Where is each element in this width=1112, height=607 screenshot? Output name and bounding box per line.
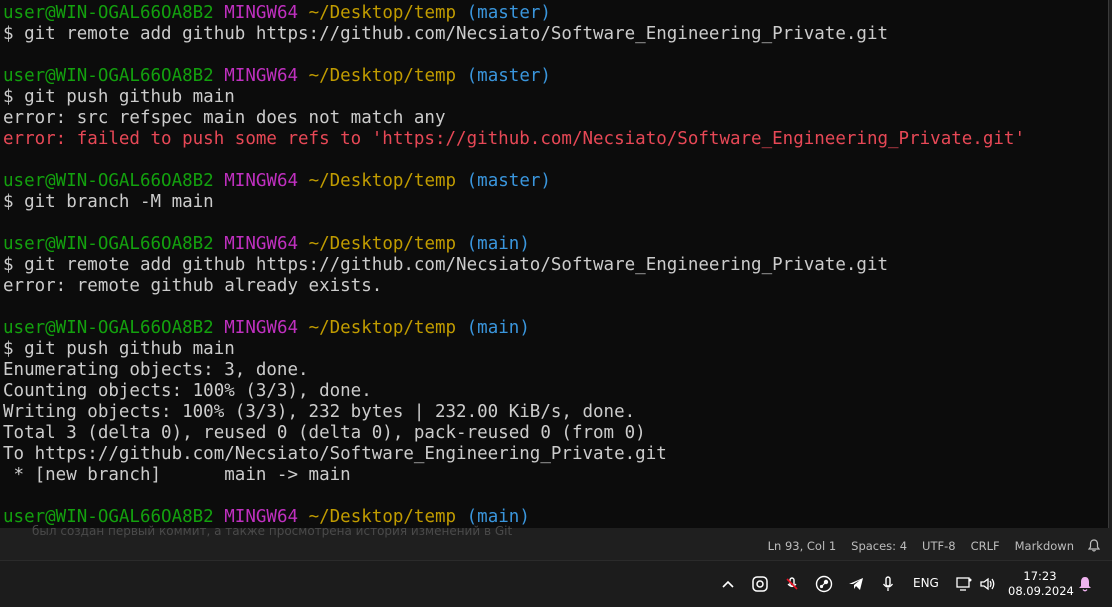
terminal-output: user@WIN-OGAL66OA8B2 MINGW64 ~/Desktop/t… — [3, 3, 1025, 528]
clock-time: 17:23 — [1023, 569, 1057, 583]
prompt-shell: MINGW64 — [224, 3, 299, 23]
volume-icon[interactable] — [978, 574, 998, 594]
telegram-icon[interactable] — [846, 574, 866, 594]
output-line: error: src refspec main does not match a… — [3, 108, 446, 128]
prompt-path: ~/Desktop/temp — [308, 171, 457, 191]
cursor-position[interactable]: Ln 93, Col 1 — [768, 539, 837, 553]
command-line: $ git remote add github https://github.c… — [3, 24, 889, 44]
prompt-line: user@WIN-OGAL66OA8B2 MINGW64 ~/Desktop/t… — [3, 3, 1025, 24]
editor-text-line: был создан первый коммит, а также просмо… — [32, 524, 513, 538]
prompt-user: user@WIN-OGAL66OA8B2 — [3, 171, 214, 191]
prompt-user: user@WIN-OGAL66OA8B2 — [3, 66, 214, 86]
prompt-shell: MINGW64 — [224, 171, 299, 191]
prompt-path: ~/Desktop/temp — [308, 66, 457, 86]
taskbar: ENG 17:23 08.09.2024 — [0, 560, 1112, 607]
prompt-line: user@WIN-OGAL66OA8B2 MINGW64 ~/Desktop/t… — [3, 318, 1025, 339]
prompt-line: user@WIN-OGAL66OA8B2 MINGW64 ~/Desktop/t… — [3, 234, 1025, 255]
network-icon[interactable] — [954, 574, 974, 594]
prompt-branch: (main) — [466, 234, 530, 254]
error-line: error: failed to push some refs to 'http… — [3, 129, 1025, 149]
editor-area: был создан первый коммит, а также просмо… — [0, 524, 1112, 560]
encoding-setting[interactable]: UTF-8 — [922, 539, 956, 553]
prompt-line: user@WIN-OGAL66OA8B2 MINGW64 ~/Desktop/t… — [3, 171, 1025, 192]
notification-bell-icon[interactable] — [1088, 539, 1100, 552]
command-line: $ git remote add github https://github.c… — [3, 255, 889, 275]
line-ending-setting[interactable]: CRLF — [971, 539, 1000, 553]
chevron-up-icon[interactable] — [718, 574, 738, 594]
language-mode[interactable]: Markdown — [1015, 539, 1074, 553]
indentation-setting[interactable]: Spaces: 4 — [851, 539, 907, 553]
prompt-path: ~/Desktop/temp — [308, 234, 457, 254]
output-line: Writing objects: 100% (3/3), 232 bytes |… — [3, 402, 636, 422]
prompt-user: user@WIN-OGAL66OA8B2 — [3, 234, 214, 254]
prompt-shell: MINGW64 — [224, 66, 299, 86]
prompt-shell: MINGW64 — [224, 318, 299, 338]
status-bar: Ln 93, Col 1 Spaces: 4 UTF-8 CRLF Markdo… — [768, 539, 1074, 553]
output-line: Total 3 (delta 0), reused 0 (delta 0), p… — [3, 423, 646, 443]
prompt-branch: (main) — [466, 318, 530, 338]
mic-muted-icon[interactable] — [782, 574, 802, 594]
output-line: * [new branch] main -> main — [3, 465, 351, 485]
prompt-path: ~/Desktop/temp — [308, 318, 457, 338]
microphone-icon[interactable] — [878, 574, 898, 594]
terminal-window[interactable]: user@WIN-OGAL66OA8B2 MINGW64 ~/Desktop/t… — [0, 0, 1109, 529]
prompt-shell: MINGW64 — [224, 234, 299, 254]
command-line: $ git push github main — [3, 339, 235, 359]
output-line: error: remote github already exists. — [3, 276, 383, 296]
input-language[interactable]: ENG — [913, 576, 939, 590]
system-clock[interactable]: 17:23 08.09.2024 — [1008, 569, 1074, 599]
command-line: $ git push github main — [3, 87, 235, 107]
steam-icon[interactable] — [814, 574, 834, 594]
output-line: To https://github.com/Necsiato/Software_… — [3, 444, 667, 464]
output-line: Enumerating objects: 3, done. — [3, 360, 309, 380]
prompt-user: user@WIN-OGAL66OA8B2 — [3, 3, 214, 23]
prompt-path: ~/Desktop/temp — [308, 3, 457, 23]
copilot-icon[interactable] — [750, 574, 770, 594]
prompt-line: user@WIN-OGAL66OA8B2 MINGW64 ~/Desktop/t… — [3, 66, 1025, 87]
notification-bell-icon[interactable] — [1075, 574, 1095, 594]
output-line: Counting objects: 100% (3/3), done. — [3, 381, 372, 401]
prompt-branch: (master) — [466, 171, 551, 191]
command-line: $ git branch -M main — [3, 192, 214, 212]
clock-date: 08.09.2024 — [1008, 584, 1074, 598]
prompt-user: user@WIN-OGAL66OA8B2 — [3, 318, 214, 338]
prompt-branch: (master) — [466, 66, 551, 86]
prompt-branch: (master) — [466, 3, 551, 23]
